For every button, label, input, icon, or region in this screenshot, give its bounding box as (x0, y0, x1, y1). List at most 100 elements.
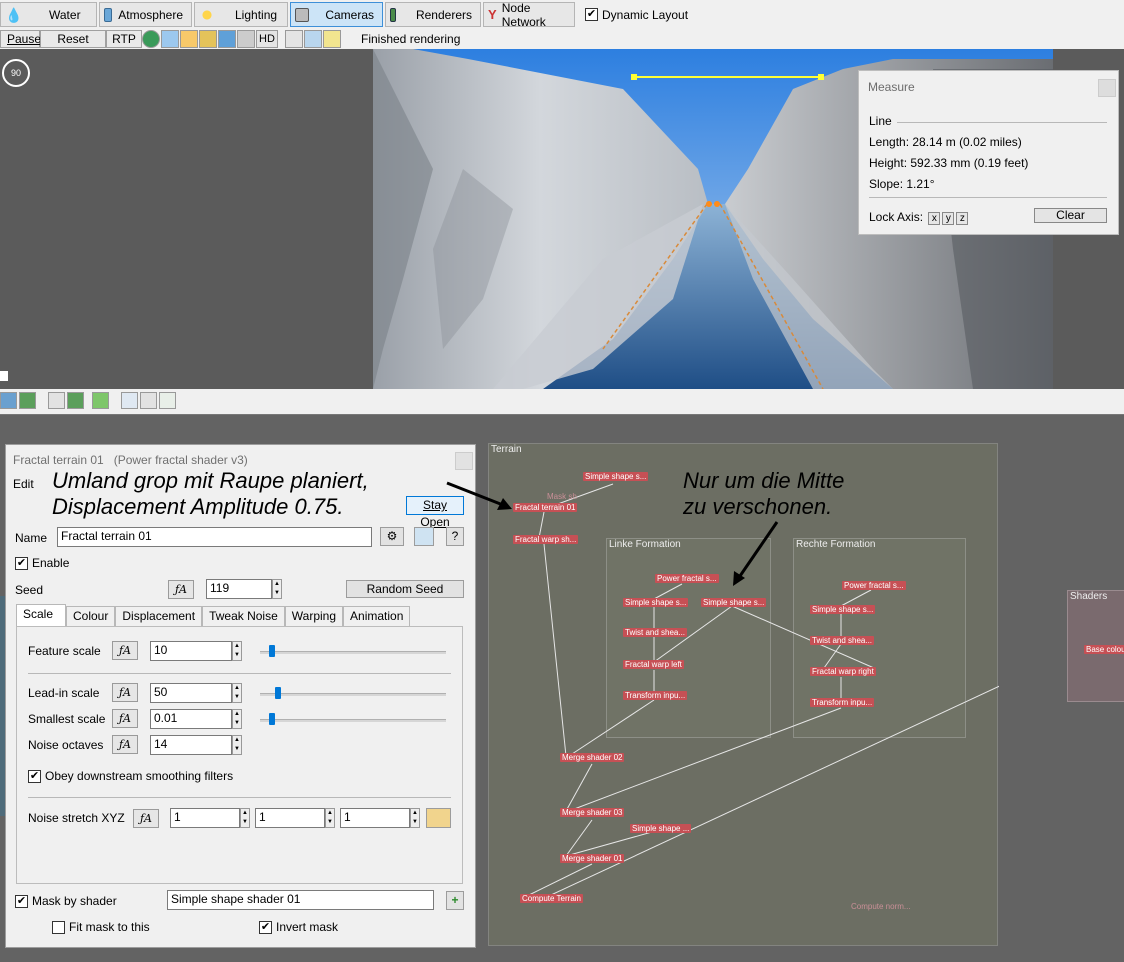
dynamic-layout-checkbox[interactable]: ✔ (585, 8, 598, 21)
edit-menu[interactable]: Edit (13, 477, 34, 491)
feature-scale-slider[interactable] (260, 651, 446, 654)
noise-octaves-stepper[interactable]: ▲ ▼ (232, 735, 242, 755)
water-button[interactable]: 💧 Water (0, 2, 97, 27)
lock-stretch-button[interactable] (426, 808, 451, 828)
node-compute-terrain[interactable]: Compute Terrain (520, 894, 583, 903)
node-power-fractal-right[interactable]: Power fractal s... (842, 581, 906, 590)
fit-mask-checkbox[interactable] (52, 920, 65, 934)
brush-icon[interactable] (285, 30, 303, 48)
hd-button[interactable]: HD (256, 30, 278, 48)
node-simple-shape-bottom[interactable]: Simple shape ... (630, 824, 692, 833)
obey-smoothing-checkbox[interactable]: ✔ (28, 769, 41, 783)
node-merge-shader-02[interactable]: Merge shader 02 (560, 753, 625, 762)
tab-colour[interactable]: Colour (66, 606, 116, 626)
gear-small-icon[interactable] (237, 30, 255, 48)
reset-button[interactable]: Reset (40, 30, 106, 48)
trophy-icon[interactable] (199, 30, 217, 48)
node-base-colour[interactable]: Base colou (1084, 645, 1124, 654)
obey-smoothing-toggle[interactable]: ✔ Obey downstream smoothing filters (28, 769, 233, 783)
render-viewport[interactable]: 90 Measure Line Length: 28.14 m (0.02 mi… (0, 49, 1124, 389)
tab-tweak-noise[interactable]: Tweak Noise (202, 606, 285, 626)
node-power-fractal-left[interactable]: Power fractal s... (655, 574, 719, 583)
camera-render-icon[interactable] (48, 391, 65, 409)
sun-small-icon[interactable] (180, 30, 198, 48)
noise-octaves-function-button[interactable]: ƒA (112, 735, 138, 754)
lock-axis-z-button[interactable]: z (956, 212, 969, 225)
node-network-button[interactable]: Y Node Network (483, 1, 575, 29)
lock-axis-y-button[interactable]: y (942, 212, 955, 225)
atmosphere-button[interactable]: Atmosphere (99, 2, 192, 27)
cameras-button[interactable]: Cameras (290, 2, 383, 27)
seed-field[interactable]: 119 (206, 579, 272, 599)
enable-toggle[interactable]: ✔ Enable (15, 556, 69, 570)
node-twist-shear-right[interactable]: Twist and shea... (810, 636, 875, 645)
shaders-group[interactable]: Shaders Base colou (1067, 590, 1124, 702)
stay-open-button[interactable]: Stay Open (406, 496, 464, 529)
cube-icon[interactable] (218, 30, 236, 48)
picture-dropdown-icon[interactable] (67, 391, 84, 409)
smallest-scale-field[interactable]: 0.01 (150, 709, 232, 729)
lead-in-scale-stepper[interactable]: ▲ ▼ (232, 683, 242, 703)
noise-stretch-z-field[interactable]: 1 (340, 808, 410, 828)
lead-in-scale-function-button[interactable]: ƒA (112, 683, 138, 702)
help-button[interactable]: ? (446, 527, 464, 546)
node-transform-input-left[interactable]: Transform inpu... (623, 691, 688, 700)
noise-stretch-z-stepper[interactable]: ▲ ▼ (410, 808, 420, 828)
node-fractal-terrain-01[interactable]: Fractal terrain 01 (513, 503, 578, 512)
notes-icon[interactable] (323, 30, 341, 48)
enable-checkbox[interactable]: ✔ (15, 556, 28, 570)
node-twist-shear-left[interactable]: Twist and shea... (623, 628, 688, 637)
panel-close-icon[interactable] (455, 452, 473, 470)
measure-close-icon[interactable] (1098, 79, 1116, 97)
picture-icon[interactable] (19, 391, 36, 409)
feature-scale-stepper[interactable]: ▲ ▼ (232, 641, 242, 661)
node-fractal-warp-left[interactable]: Fractal warp left (623, 660, 684, 669)
noise-stretch-x-field[interactable]: 1 (170, 808, 240, 828)
node-simple-shape-1[interactable]: Simple shape s... (583, 472, 649, 481)
node-simple-shape-left-a[interactable]: Simple shape s... (623, 598, 689, 607)
feature-scale-field[interactable]: 10 (150, 641, 232, 661)
feature-scale-slider-thumb[interactable] (269, 645, 275, 657)
rtp-button[interactable]: RTP (106, 30, 142, 48)
node-merge-shader-01[interactable]: Merge shader 01 (560, 854, 625, 863)
smallest-scale-slider-thumb[interactable] (269, 713, 275, 725)
crop-icon[interactable] (140, 391, 157, 409)
node-simple-shape-left-b[interactable]: Simple shape s... (701, 598, 767, 607)
tab-animation[interactable]: Animation (343, 606, 411, 626)
seed-function-button[interactable]: ƒA (168, 580, 194, 599)
renderers-button[interactable]: Renderers (385, 2, 481, 27)
eye-icon[interactable] (121, 391, 138, 409)
lock-axis-x-button[interactable]: x (928, 212, 941, 225)
view-render-icon[interactable] (0, 391, 17, 409)
tab-displacement[interactable]: Displacement (115, 606, 203, 626)
invert-mask-checkbox[interactable]: ✔ (259, 920, 272, 934)
refresh-icon[interactable] (92, 391, 109, 409)
noise-stretch-y-field[interactable]: 1 (255, 808, 325, 828)
lead-in-scale-slider[interactable] (260, 693, 446, 696)
invert-mask-toggle[interactable]: ✔ Invert mask (259, 920, 338, 934)
noise-octaves-field[interactable]: 14 (150, 735, 232, 755)
mask-by-shader-checkbox[interactable]: ✔ (15, 894, 28, 908)
noise-stretch-x-stepper[interactable]: ▲ ▼ (240, 808, 250, 828)
cloud-icon[interactable] (161, 30, 179, 48)
fit-mask-toggle[interactable]: Fit mask to this (52, 920, 150, 934)
node-fractal-warp-sh[interactable]: Fractal warp sh... (513, 535, 579, 544)
smallest-scale-stepper[interactable]: ▲ ▼ (232, 709, 242, 729)
noise-stretch-y-stepper[interactable]: ▲ ▼ (325, 808, 335, 828)
dynamic-layout-toggle[interactable]: ✔ Dynamic Layout (585, 8, 688, 22)
node-simple-shape-right[interactable]: Simple shape s... (810, 605, 876, 614)
lead-in-scale-slider-thumb[interactable] (275, 687, 281, 699)
node-transform-input-right[interactable]: Transform inpu... (810, 698, 875, 707)
random-seed-button[interactable]: Random Seed (346, 580, 464, 598)
lighting-button[interactable]: Lighting (194, 2, 288, 27)
lead-in-scale-field[interactable]: 50 (150, 683, 232, 703)
mask-shader-field[interactable]: Simple shape shader 01 (167, 890, 434, 910)
add-mask-shader-button[interactable]: + (446, 891, 464, 910)
tab-warping[interactable]: Warping (284, 606, 344, 626)
node-fractal-warp-right[interactable]: Fractal warp right (810, 667, 876, 676)
compass-icon[interactable]: 90 (2, 59, 30, 87)
noise-stretch-function-button[interactable]: ƒA (133, 809, 159, 828)
node-merge-shader-03[interactable]: Merge shader 03 (560, 808, 625, 817)
seed-stepper[interactable]: ▲ ▼ (272, 579, 282, 599)
smallest-scale-function-button[interactable]: ƒA (112, 709, 138, 728)
